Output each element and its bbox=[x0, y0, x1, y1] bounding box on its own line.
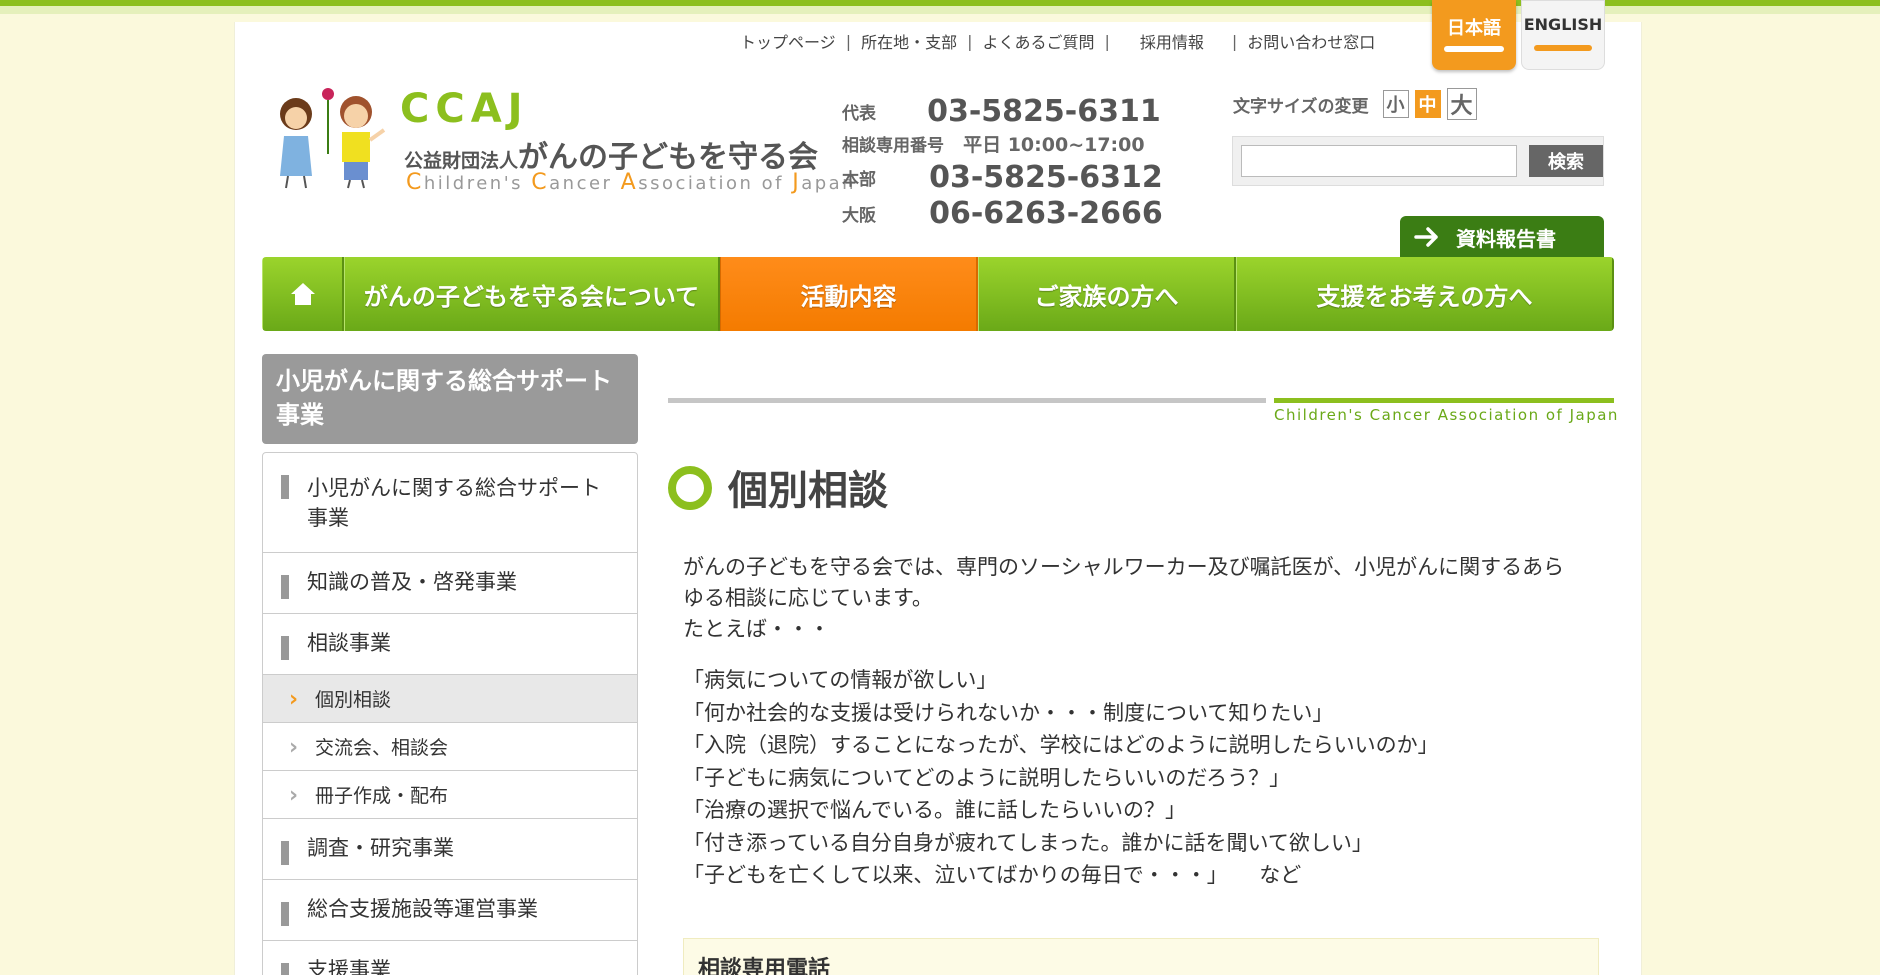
sidebar-subitem-individual[interactable]: › 個別相談 bbox=[263, 675, 637, 723]
sidebar-subitem-booklets[interactable]: › 冊子作成・配布 bbox=[263, 771, 637, 819]
nav-supporters[interactable]: 支援をお考えの方へ bbox=[1236, 257, 1614, 331]
search-input[interactable] bbox=[1241, 145, 1517, 177]
report-label: 資料報告書 bbox=[1456, 226, 1556, 251]
sidebar-subitem-label: 個別相談 bbox=[315, 689, 392, 711]
sidebar-item-research[interactable]: 調査・研究事業 bbox=[263, 819, 637, 880]
lang-indicator bbox=[1444, 46, 1504, 52]
chevron-right-icon: › bbox=[289, 687, 299, 712]
util-link-locations[interactable]: 所在地・支部 bbox=[861, 29, 957, 53]
sidebar-heading[interactable]: 小児がんに関する総合サポート事業 bbox=[262, 354, 638, 444]
util-separator: | bbox=[1231, 31, 1238, 51]
intro-line: たとえば・・・ bbox=[683, 617, 830, 641]
example-item: 「付き添っている自分自身が疲れてしまった。誰かに話を聞いて欲しい」 bbox=[683, 830, 1373, 855]
section-divider bbox=[668, 398, 1266, 403]
example-list: 「病気についての情報が欲しい」 「何か社会的な支援は受けられないか・・・制度につ… bbox=[683, 664, 1603, 892]
phone-consult-label: 相談専用番号 bbox=[842, 136, 944, 156]
lang-label-en: ENGLISH bbox=[1523, 15, 1603, 34]
sidebar-subitem-meetings[interactable]: › 交流会、相談会 bbox=[263, 723, 637, 771]
phone-osaka-number: 06-6263-2666 bbox=[929, 196, 1163, 231]
chevron-right-icon: › bbox=[289, 783, 299, 808]
title-ring-icon bbox=[668, 466, 712, 510]
util-link-contact[interactable]: お問い合わせ窓口 bbox=[1247, 29, 1375, 53]
section-divider-accent bbox=[1274, 398, 1614, 403]
phone-hq-label: 本部 bbox=[842, 170, 876, 190]
house-icon bbox=[290, 283, 315, 305]
report-button[interactable]: 資料報告書 bbox=[1400, 216, 1604, 258]
nav-about[interactable]: がんの子どもを守る会について bbox=[344, 257, 720, 331]
sidebar-item-facilities[interactable]: 総合支援施設等運営事業 bbox=[263, 880, 637, 941]
example-item: 「子どもに病気についてどのように説明したらいいのだろう？」 bbox=[683, 765, 1291, 790]
util-separator: | bbox=[845, 31, 852, 51]
sidebar-subitem-label: 交流会、相談会 bbox=[315, 737, 449, 759]
util-link-top[interactable]: トップページ bbox=[740, 29, 836, 53]
font-size-medium-button[interactable]: 中 bbox=[1414, 90, 1441, 118]
example-item: 「病気についての情報が欲しい」 bbox=[683, 668, 998, 692]
phone-main-number: 03-5825-6311 bbox=[927, 94, 1161, 129]
sidebar-item-support[interactable]: 小児がんに関する総合サポート事業 bbox=[263, 453, 637, 553]
arrow-right-icon bbox=[1414, 227, 1438, 247]
logo-ccaj[interactable]: CCAJ bbox=[400, 86, 529, 132]
intro-line: ゆる相談に応じています。 bbox=[683, 586, 933, 610]
util-separator: | bbox=[967, 31, 973, 51]
nav-home[interactable] bbox=[262, 257, 344, 331]
lang-tab-english[interactable]: ENGLISH bbox=[1521, 0, 1605, 70]
sidebar-item-aid[interactable]: 支援事業 bbox=[263, 941, 637, 975]
nav-activities[interactable]: 活動内容 bbox=[720, 257, 978, 331]
intro-line: がんの子どもを守る会では、専門のソーシャルワーカー及び嘱託医が、小児がんに関する… bbox=[683, 555, 1565, 579]
search-box: 検索 bbox=[1232, 136, 1604, 186]
section-english-caption: Children's Cancer Association of Japan bbox=[1274, 406, 1619, 424]
lang-tab-japanese[interactable]: 日本語 bbox=[1432, 0, 1516, 70]
example-item: 「治療の選択で悩んでいる。誰に話したらいいの？」 bbox=[683, 798, 1186, 822]
font-size-large-button[interactable]: 大 bbox=[1446, 88, 1477, 120]
util-separator: | bbox=[1104, 31, 1110, 51]
phone-consult: 相談専用番号 平日 10:00~17:00 bbox=[842, 130, 1145, 157]
consult-phone-heading: 相談専用電話 bbox=[698, 957, 831, 975]
consult-phone-section: 相談専用電話 bbox=[683, 938, 1599, 975]
util-link-recruit[interactable]: 採用情報 bbox=[1140, 29, 1204, 53]
example-item: 「子どもを亡くして以来、泣いてばかりの毎日で・・・」 など bbox=[683, 863, 1302, 887]
logo-org-english: Children's Cancer Association of Japan bbox=[406, 170, 857, 195]
util-link-faq[interactable]: よくあるご質問 bbox=[982, 29, 1094, 53]
phone-osaka: 大阪 06-6263-2666 bbox=[842, 196, 1163, 231]
org-prefix: 公益財団法人 bbox=[404, 150, 519, 172]
nav-family[interactable]: ご家族の方へ bbox=[978, 257, 1236, 331]
sidebar-item-awareness[interactable]: 知識の普及・啓発事業 bbox=[263, 553, 637, 614]
intro-text: がんの子どもを守る会では、専門のソーシャルワーカー及び嘱託医が、小児がんに関する… bbox=[683, 552, 1603, 645]
search-button[interactable]: 検索 bbox=[1529, 145, 1603, 177]
main-nav: がんの子どもを守る会について 活動内容 ご家族の方へ 支援をお考えの方へ bbox=[262, 257, 1614, 331]
font-size-label: 文字サイズの変更 bbox=[1233, 96, 1369, 117]
example-item: 「何か社会的な支援は受けられないか・・・制度について知りたい」 bbox=[683, 700, 1334, 725]
utility-nav: トップページ | 所在地・支部 | よくあるご質問 | 採用情報 | お問い合わ… bbox=[740, 29, 1375, 53]
lang-label-ja: 日本語 bbox=[1447, 18, 1501, 39]
sidebar-subitem-label: 冊子作成・配布 bbox=[315, 785, 449, 807]
chevron-right-icon: › bbox=[289, 735, 299, 760]
sidebar-item-consultation[interactable]: 相談事業 bbox=[263, 614, 637, 675]
phone-hq: 本部 03-5825-6312 bbox=[842, 160, 1163, 195]
font-size-control: 文字サイズの変更 小 中 大 bbox=[1233, 88, 1477, 120]
lang-indicator bbox=[1534, 45, 1592, 51]
font-size-small-button[interactable]: 小 bbox=[1382, 90, 1409, 118]
example-item: 「入院（退院）することになったが、学校にはどのように説明したらいいのか」 bbox=[683, 733, 1439, 757]
sidebar-menu: 小児がんに関する総合サポート事業 知識の普及・啓発事業 相談事業 › 個別相談 ›… bbox=[262, 452, 638, 975]
phone-main: 代表 03-5825-6311 bbox=[842, 94, 1161, 129]
phone-hq-number: 03-5825-6312 bbox=[929, 160, 1163, 195]
phone-osaka-label: 大阪 bbox=[842, 206, 876, 226]
phone-consult-hours: 平日 10:00~17:00 bbox=[963, 134, 1145, 156]
phone-main-label: 代表 bbox=[842, 104, 876, 124]
logo-children-illustration[interactable] bbox=[266, 84, 394, 190]
page-title: 個別相談 bbox=[728, 468, 888, 514]
